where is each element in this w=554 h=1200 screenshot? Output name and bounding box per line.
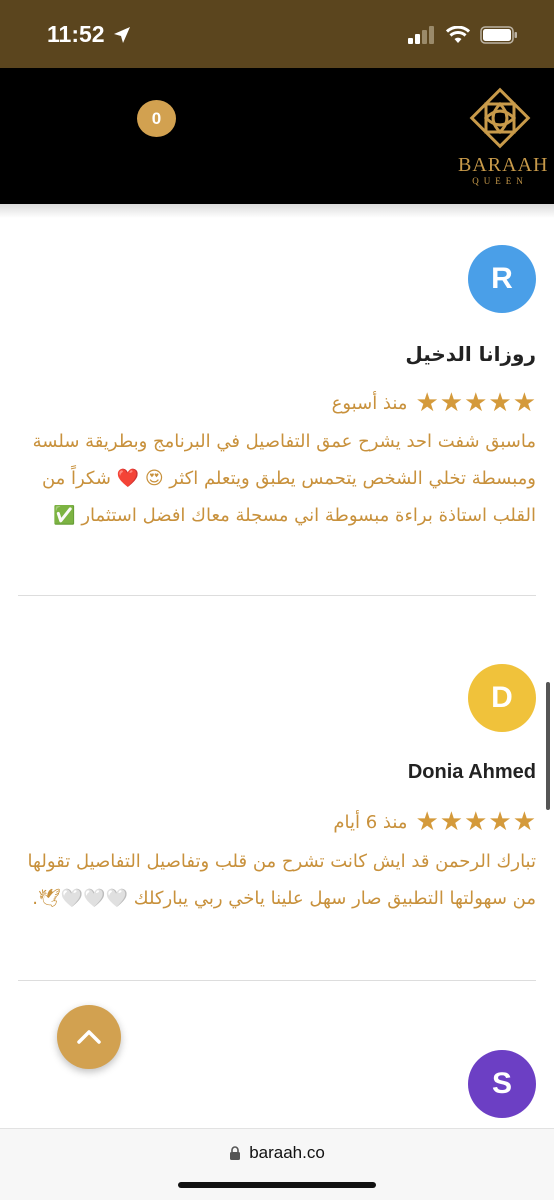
rating-row: ★ ★ ★ ★ ★ منذ 6 أيام <box>333 807 536 837</box>
star-icon: ★ <box>415 388 439 418</box>
star-icon: ★ <box>464 807 488 837</box>
rating-row: ★ ★ ★ ★ ★ منذ أسبوع <box>332 388 536 418</box>
star-icon: ★ <box>488 388 512 418</box>
star-rating: ★ ★ ★ ★ ★ <box>415 390 536 416</box>
scrollbar[interactable] <box>546 682 550 810</box>
url-field[interactable]: baraah.co <box>0 1143 554 1163</box>
reviewer-name: Donia Ahmed <box>407 761 536 783</box>
review-divider <box>18 980 536 981</box>
status-time-text: 11:52 <box>47 21 105 47</box>
cellular-signal-icon <box>408 26 434 44</box>
home-indicator[interactable] <box>178 1182 376 1188</box>
url-text: baraah.co <box>249 1143 325 1162</box>
logo-wordmark: BARAAH <box>458 154 549 176</box>
location-arrow-icon <box>113 26 130 43</box>
star-icon: ★ <box>488 807 512 837</box>
lock-icon <box>230 1145 241 1160</box>
reviewer-avatar: D <box>468 664 536 732</box>
scroll-to-top-button[interactable] <box>57 1005 121 1069</box>
reviewer-avatar: S <box>468 1050 536 1118</box>
logo-subwordmark: QUEEN <box>472 176 528 186</box>
review-divider <box>18 595 536 596</box>
browser-address-bar: baraah.co <box>0 1128 554 1200</box>
reviewer-name: روزانا الدخيل <box>405 342 536 366</box>
review-text: تبارك الرحمن قد ايش كانت تشرح من قلب وتف… <box>27 851 536 909</box>
review-date: منذ 6 أيام <box>333 811 408 833</box>
star-rating: ★ ★ ★ ★ ★ <box>415 809 536 835</box>
star-icon: ★ <box>439 807 464 837</box>
status-icons <box>408 26 518 44</box>
wifi-icon <box>446 26 470 43</box>
cart-count-badge[interactable]: 0 <box>137 100 176 137</box>
star-icon: ★ <box>512 807 536 837</box>
logo-ornament-icon <box>469 87 531 149</box>
star-icon: ★ <box>415 807 439 837</box>
star-icon: ★ <box>512 388 536 418</box>
reviewer-avatar: R <box>468 245 536 313</box>
review-card: D Donia Ahmed ★ ★ ★ ★ ★ منذ 6 أيام تبارك… <box>18 664 536 982</box>
review-card: R روزانا الدخيل ★ ★ ★ ★ ★ منذ أسبوع ماسب… <box>18 204 536 596</box>
status-bar: 11:52 <box>0 0 554 68</box>
review-text: ماسبق شفت احد يشرح عمق التفاصيل في البرن… <box>32 431 536 526</box>
chevron-up-icon <box>77 1030 101 1044</box>
brand-logo[interactable]: BARAAH QUEEN <box>458 84 549 188</box>
star-icon: ★ <box>439 388 464 418</box>
reviews-list: R روزانا الدخيل ★ ★ ★ ★ ★ منذ أسبوع ماسب… <box>0 204 554 1128</box>
status-time: 11:52 <box>47 21 131 48</box>
review-date: منذ أسبوع <box>331 392 408 414</box>
battery-icon <box>480 26 517 44</box>
star-icon: ★ <box>464 388 488 418</box>
